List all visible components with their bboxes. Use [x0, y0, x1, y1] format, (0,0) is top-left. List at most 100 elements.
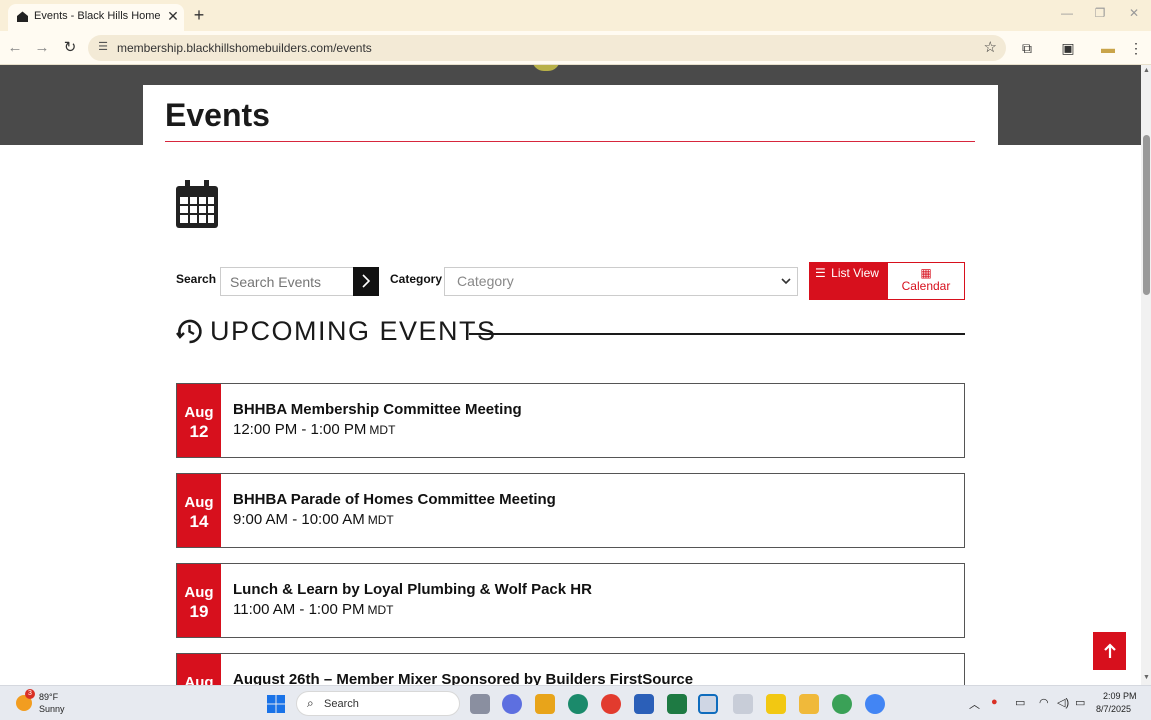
event-timezone: MDT	[369, 423, 396, 437]
page-scrollbar[interactable]: ▲ ▼	[1141, 65, 1151, 685]
reload-icon[interactable]: ↻	[61, 39, 79, 57]
extensions-icon[interactable]: ⧉	[1018, 39, 1036, 57]
event-timezone: MDT	[367, 513, 394, 527]
search-events-input[interactable]	[220, 267, 355, 296]
chevron-right-icon	[362, 274, 371, 288]
category-label: Category	[390, 272, 443, 286]
clock-date[interactable]: 8/7/2025	[1096, 704, 1131, 714]
wifi-icon[interactable]: ◠	[1039, 696, 1049, 709]
new-tab-button[interactable]: +	[190, 6, 208, 24]
back-to-top-button[interactable]	[1093, 632, 1126, 670]
event-title-link[interactable]: BHHBA Membership Committee Meeting	[233, 401, 522, 418]
chrome-alt-icon[interactable]	[865, 694, 885, 714]
event-month: Aug	[184, 494, 214, 511]
search-icon: ⌕	[307, 696, 314, 710]
outlook-icon[interactable]	[698, 694, 718, 714]
chevron-down-icon	[781, 278, 791, 285]
window-close-icon[interactable]: ✕	[1124, 6, 1144, 24]
event-time-range: 11:00 AM - 1:00 PM	[233, 601, 365, 618]
event-time: 12:00 PM - 1:00 PM MDT	[233, 421, 395, 438]
snipping-tool-icon[interactable]	[733, 694, 753, 714]
search-submit-button[interactable]	[353, 267, 379, 296]
web-page: Events Search Category Category ☰ List V…	[0, 65, 1141, 685]
event-item[interactable]: Aug 14 BHHBA Parade of Homes Committee M…	[176, 473, 965, 548]
profile-icon[interactable]: ▬	[1099, 39, 1117, 57]
list-view-label: List View	[831, 266, 879, 280]
event-item[interactable]: Aug 19 Lunch & Learn by Loyal Plumbing &…	[176, 563, 965, 638]
event-timezone: MDT	[367, 603, 394, 617]
clock-history-icon	[176, 319, 202, 344]
browser-toolbar: ← → ↻ ☰ membership.blackhillshomebuilder…	[0, 31, 1151, 65]
url-text[interactable]: membership.blackhillshomebuilders.com/ev…	[117, 41, 372, 55]
event-item[interactable]: Aug 26 August 26th – Member Mixer Sponso…	[176, 653, 965, 685]
event-date-badge: Aug 26	[177, 654, 221, 685]
tab-search-icon[interactable]: ▣	[1059, 39, 1077, 57]
event-time-range: 12:00 PM - 1:00 PM	[233, 421, 367, 438]
page-title: Events	[165, 97, 270, 133]
event-item[interactable]: Aug 12 BHHBA Membership Committee Meetin…	[176, 383, 965, 458]
tab-close-icon[interactable]: ✕	[164, 7, 182, 25]
display-icon[interactable]: ▭	[1015, 696, 1025, 709]
copilot-icon[interactable]	[502, 694, 522, 714]
calendar-large-icon	[176, 180, 218, 228]
search-label: Search	[176, 272, 217, 286]
event-title-link[interactable]: BHHBA Parade of Homes Committee Meeting	[233, 491, 556, 508]
event-time: 9:00 AM - 10:00 AM MDT	[233, 511, 394, 528]
event-time-range: 9:00 AM - 10:00 AM	[233, 511, 365, 528]
windows-start-icon[interactable]	[266, 694, 286, 714]
taskbar-search[interactable]: ⌕ Search	[296, 691, 460, 716]
scroll-up-icon[interactable]: ▲	[1142, 67, 1151, 76]
sticky-notes-icon[interactable]	[766, 694, 786, 714]
weather-temperature[interactable]: 89°F	[39, 692, 58, 702]
event-month: Aug	[184, 404, 214, 421]
weather-condition[interactable]: Sunny	[39, 704, 65, 714]
menu-kebab-icon[interactable]: ⋮	[1127, 39, 1145, 57]
clock-time[interactable]: 2:09 PM	[1103, 691, 1137, 701]
store-icon[interactable]	[535, 694, 555, 714]
minimize-icon[interactable]: —	[1057, 6, 1077, 24]
os-taskbar: 3 89°F Sunny ⌕ Search ︿ ● ▭ ◠ ◁) ▭ 2:09 …	[0, 685, 1151, 720]
scroll-thumb[interactable]	[1143, 135, 1150, 295]
chrome-icon[interactable]	[601, 694, 621, 714]
forward-arrow-icon[interactable]: →	[33, 39, 51, 57]
calendar-view-button[interactable]: ▦ Calendar	[887, 262, 965, 300]
event-day: 14	[189, 512, 209, 531]
category-select[interactable]: Category	[444, 267, 798, 296]
title-divider	[165, 141, 975, 142]
event-date-badge: Aug 19	[177, 564, 221, 637]
chrome-profile-icon[interactable]	[832, 694, 852, 714]
taskbar-search-label: Search	[324, 698, 359, 710]
task-view-icon[interactable]	[470, 694, 490, 714]
event-title-link[interactable]: Lunch & Learn by Loyal Plumbing & Wolf P…	[233, 581, 592, 598]
events-card: Events Search Category Category ☰ List V…	[143, 85, 998, 685]
back-arrow-icon[interactable]: ←	[6, 39, 24, 57]
address-bar[interactable]: ☰ membership.blackhillshomebuilders.com/…	[88, 35, 1006, 61]
event-day: 19	[189, 602, 209, 621]
upcoming-divider	[469, 333, 965, 335]
arrow-up-icon	[1103, 643, 1116, 658]
list-view-button[interactable]: ☰ List View	[809, 262, 887, 300]
maximize-icon[interactable]: ❐	[1090, 6, 1110, 24]
edge-icon[interactable]	[568, 694, 588, 714]
excel-icon[interactable]	[667, 694, 687, 714]
weather-alert-badge: 3	[25, 689, 35, 699]
event-day: 12	[189, 422, 209, 441]
upcoming-events-heading: UPCOMING EVENTS	[210, 316, 497, 346]
event-title-link[interactable]: August 26th – Member Mixer Sponsored by …	[233, 671, 693, 685]
file-explorer-icon[interactable]	[799, 694, 819, 714]
word-icon[interactable]	[634, 694, 654, 714]
volume-icon[interactable]: ◁)	[1057, 696, 1069, 709]
browser-tab-bar: Events - Black Hills Home Build ✕ + — ❐ …	[0, 0, 1151, 31]
event-time: 11:00 AM - 1:00 PM MDT	[233, 601, 393, 618]
event-month: Aug	[184, 674, 214, 685]
bookmark-star-icon[interactable]: ☆	[984, 38, 997, 56]
tray-overflow-icon[interactable]: ︿	[969, 696, 980, 712]
event-month: Aug	[184, 584, 214, 601]
browser-tab-active[interactable]: Events - Black Hills Home Build ✕	[8, 4, 184, 31]
site-settings-icon[interactable]: ☰	[96, 40, 110, 54]
event-date-badge: Aug 12	[177, 384, 221, 457]
notification-app-icon[interactable]: ●	[991, 696, 998, 708]
scroll-down-icon[interactable]: ▼	[1142, 674, 1151, 683]
category-selected-value: Category	[457, 273, 514, 289]
battery-icon[interactable]: ▭	[1075, 696, 1085, 709]
